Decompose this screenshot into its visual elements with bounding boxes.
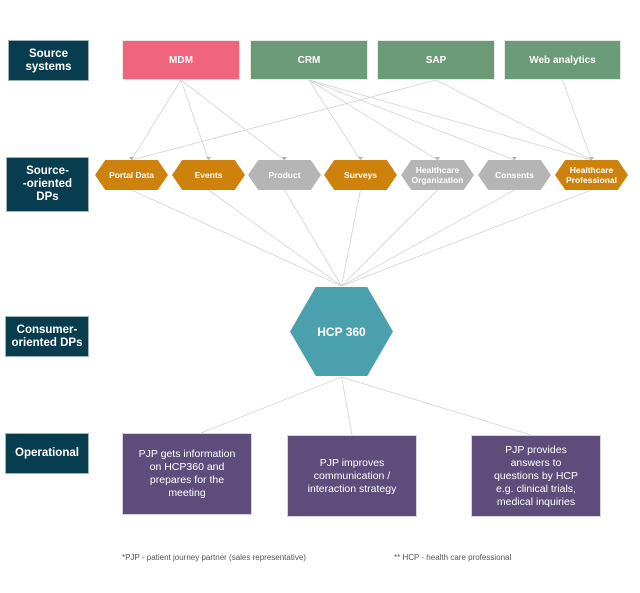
link-crm-to-surveys [308, 79, 361, 161]
link-surveys-to-hcp360 [341, 189, 361, 287]
link-mdm-to-events [180, 79, 209, 161]
lane-label-operational: Operational [5, 433, 89, 474]
link-crm-to-hco [308, 79, 438, 161]
operational-box-prepare-meeting[interactable]: PJP gets information on HCP360 and prepa… [122, 433, 252, 515]
link-hcp360-to-operational-1 [341, 376, 353, 436]
link-product-to-hcp360 [284, 189, 342, 287]
consumer-dp-hcp-360[interactable]: HCP 360 [290, 287, 393, 376]
link-hcp360-to-operational-2 [341, 376, 532, 436]
link-crm-to-hco-arrowhead [435, 157, 440, 160]
source-dp-events[interactable]: Events [172, 160, 245, 190]
source-dp-surveys[interactable]: Surveys [324, 160, 397, 190]
source-dp-healthcare-organization[interactable]: Healthcare Organization [401, 160, 474, 190]
source-system-crm[interactable]: CRM [250, 40, 368, 80]
source-dp-healthcare-professional[interactable]: Healthcare Professional [555, 160, 628, 190]
link-mdm-to-portal [131, 79, 182, 161]
link-sap-to-portal-arrowhead [129, 157, 134, 160]
link-mdm-to-product-arrowhead [282, 157, 287, 160]
operational-box-improve-strategy[interactable]: PJP improves communication / interaction… [287, 435, 417, 517]
source-dp-portal-data[interactable]: Portal Data [95, 160, 168, 190]
source-dp-product[interactable]: Product [248, 160, 321, 190]
source-system-sap[interactable]: SAP [377, 40, 495, 80]
link-sap-to-hcp [435, 79, 592, 161]
operational-box-answer-questions[interactable]: PJP provides answers to questions by HCP… [471, 435, 601, 517]
source-system-mdm[interactable]: MDM [122, 40, 240, 80]
link-hcp360-to-operational-0 [200, 376, 342, 434]
link-crm-to-hcp [308, 79, 592, 161]
link-crm-to-consents-arrowhead [512, 157, 517, 160]
link-consents-to-hcp360 [341, 189, 515, 287]
footnote-pjp: *PJP - patient journey partner (sales re… [122, 553, 306, 562]
source-dp-consents[interactable]: Consents [478, 160, 551, 190]
lane-label-consumer-oriented-dps: Consumer- oriented DPs [5, 316, 89, 357]
link-events-to-hcp360 [208, 189, 342, 287]
source-system-web-analytics[interactable]: Web analytics [504, 40, 621, 80]
link-sap-to-hcp-arrowhead [589, 157, 594, 160]
lane-label-source-systems: Source systems [8, 40, 89, 81]
link-portal-to-hcp360 [131, 189, 342, 287]
link-hco-to-hcp360 [341, 189, 438, 287]
link-mdm-to-events-arrowhead [206, 157, 211, 160]
lane-label-source-oriented-dps: Source- -oriented DPs [6, 157, 89, 212]
link-mdm-to-product [180, 79, 285, 161]
link-crm-to-surveys-arrowhead [358, 157, 363, 160]
link-mdm-to-portal-arrowhead [129, 157, 134, 160]
link-crm-to-consents [308, 79, 515, 161]
link-sap-to-portal [131, 79, 437, 161]
footnote-hcp: ** HCP - health care professional [394, 553, 512, 562]
link-web-to-hcp-arrowhead [589, 157, 594, 160]
link-web-to-hcp [562, 79, 592, 161]
link-crm-to-hcp-arrowhead [589, 157, 594, 160]
link-hcp-to-hcp360 [341, 189, 592, 287]
